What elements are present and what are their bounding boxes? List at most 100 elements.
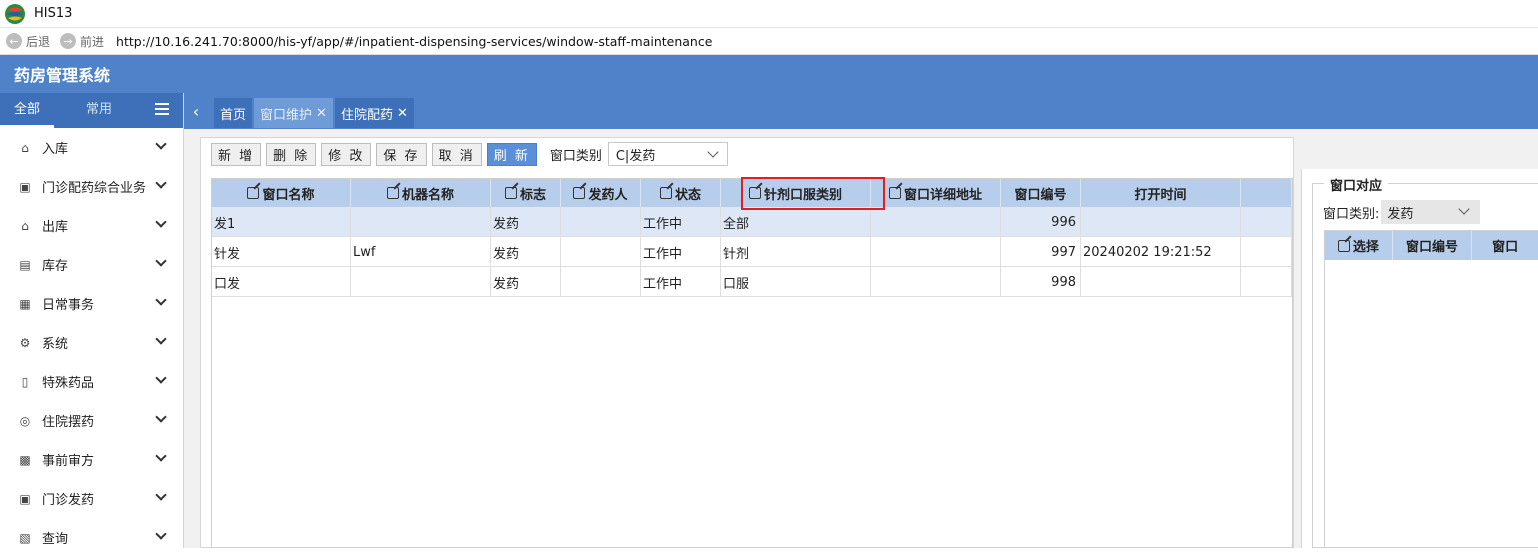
tab-label: 首页 (220, 107, 247, 123)
cancel-button[interactable]: 取 消 (431, 142, 482, 166)
window-mapping-panel: 窗口对应 窗口类别: 发药 选择 窗口编号 窗口 (1301, 169, 1538, 548)
table-cell[interactable] (351, 267, 491, 297)
sidebar-item-label: 住院摆药 (42, 415, 95, 430)
tab-window-maintenance[interactable]: 窗口维护 ✕ (254, 98, 333, 128)
table-cell[interactable] (1081, 207, 1241, 237)
table-cell[interactable]: 工作中 (641, 207, 721, 237)
table-cell[interactable]: 全部 (721, 207, 871, 237)
tab-list: 首页 窗口维护 ✕ 住院配药 ✕ (214, 98, 416, 129)
table-cell[interactable]: 工作中 (641, 267, 721, 297)
edit-icon (1337, 239, 1350, 252)
window-title: HIS13 (34, 6, 73, 21)
chevron-down-icon (155, 450, 167, 462)
close-icon[interactable]: ✕ (316, 106, 327, 121)
column-header[interactable]: 窗口详细地址 (871, 179, 1001, 207)
menu-toggle-icon[interactable] (155, 103, 169, 116)
table-cell[interactable] (1081, 267, 1241, 297)
table-row[interactable]: 针发 Lwf 发药 工作中 针剂 997 20240202 19:21:52 (212, 237, 1292, 267)
table-cell[interactable] (871, 267, 1001, 297)
address-bar: ← 后退 → 前进 http://10.16.241.70:8000/his-y… (0, 28, 1538, 55)
back-button[interactable]: ← 后退 (6, 33, 50, 50)
close-icon[interactable]: ✕ (397, 106, 408, 121)
column-header[interactable]: 窗口编号 (1001, 179, 1081, 207)
app-header: 药房管理系统 (0, 55, 1538, 93)
table-cell[interactable]: 997 (1001, 237, 1081, 267)
sidebar-item[interactable]: ▤ 库存 (0, 245, 183, 284)
table-cell[interactable]: 998 (1001, 267, 1081, 297)
sidebar-item[interactable]: ⌂ 出库 (0, 206, 183, 245)
column-header[interactable]: 状态 (641, 179, 721, 207)
table-cell[interactable]: 口发 (212, 267, 351, 297)
sidebar-item[interactable]: ▩ 事前审方 (0, 440, 183, 479)
arrow-right-icon: → (60, 33, 77, 49)
column-header-label: 打开时间 (1134, 187, 1187, 203)
sidebar-item-label: 系统 (42, 337, 69, 352)
pill-icon: ▣ (19, 491, 31, 506)
column-header-label: 状态 (674, 187, 701, 203)
table-cell[interactable]: 20240202 19:21:52 (1081, 237, 1241, 267)
mapping-type-value: 发药 (1387, 206, 1414, 222)
table-row[interactable]: 发1 发药 工作中 全部 996 (212, 207, 1292, 237)
add-button[interactable]: 新 增 (211, 142, 262, 166)
sidebar-item[interactable]: ▣ 门诊配药综合业务 (0, 167, 183, 206)
table-cell-filler (1241, 207, 1292, 237)
table-cell[interactable] (351, 207, 491, 237)
column-header[interactable]: 发药人 (561, 179, 641, 207)
mapping-column-header[interactable]: 选择 (1325, 231, 1393, 260)
edit-icon (247, 187, 260, 199)
mapping-column-header[interactable]: 窗口 (1472, 231, 1538, 260)
sidebar-item[interactable]: ⚙ 系统 (0, 323, 183, 362)
column-header[interactable]: 机器名称 (351, 179, 491, 207)
table-cell[interactable]: 996 (1001, 207, 1081, 237)
mapping-type-select[interactable]: 发药 (1381, 200, 1481, 224)
table-cell[interactable]: 发药 (491, 207, 561, 237)
column-header[interactable]: 打开时间 (1081, 179, 1241, 207)
sidebar-tabs: 全部 常用 (0, 93, 183, 128)
window-type-select[interactable]: C|发药 (607, 142, 728, 166)
table-cell[interactable] (871, 237, 1001, 267)
edit-button[interactable]: 修 改 (321, 142, 372, 166)
sidebar-item[interactable]: ▣ 门诊发药 (0, 479, 183, 518)
table-cell[interactable] (871, 207, 1001, 237)
refresh-button[interactable]: 刷 新 (486, 142, 537, 166)
delete-button[interactable]: 删 除 (266, 142, 317, 166)
table-cell[interactable] (561, 207, 641, 237)
table-cell[interactable]: 发1 (212, 207, 351, 237)
column-header[interactable]: 窗口名称 (212, 179, 351, 207)
url-field[interactable]: http://10.16.241.70:8000/his-yf/app/#/in… (116, 34, 712, 49)
table-cell[interactable]: 工作中 (641, 237, 721, 267)
table-cell[interactable]: 口服 (721, 267, 871, 297)
mapping-column-header[interactable]: 窗口编号 (1393, 231, 1473, 260)
sidebar-tab-common[interactable]: 常用 (72, 93, 126, 128)
save-button[interactable]: 保 存 (376, 142, 427, 166)
table-cell[interactable]: 发药 (491, 267, 561, 297)
target-icon: ◎ (19, 413, 31, 428)
tab-home[interactable]: 首页 (214, 98, 253, 128)
toolbar-buttons: 新 增删 除修 改保 存取 消刷 新 (211, 142, 542, 166)
sidebar-item[interactable]: ▧ 查询 (0, 518, 183, 557)
sidebar-item[interactable]: ▯ 特殊药品 (0, 362, 183, 401)
table-cell[interactable]: 发药 (491, 237, 561, 267)
table-cell[interactable]: 针剂 (721, 237, 871, 267)
sidebar-item-label: 门诊发药 (42, 493, 95, 508)
sidebar-item[interactable]: ▦ 日常事务 (0, 284, 183, 323)
tab-inpatient-dispensing[interactable]: 住院配药 ✕ (334, 98, 414, 128)
chevron-down-icon (155, 333, 167, 345)
sidebar-tab-all[interactable]: 全部 (0, 93, 55, 128)
column-header-label: 标志 (519, 187, 546, 203)
tab-label: 窗口维护 (260, 107, 313, 123)
tab-scroll-left-icon[interactable]: ‹ (184, 93, 208, 129)
table-cell[interactable] (561, 237, 641, 267)
window-type-value: C|发药 (615, 148, 656, 164)
table-cell[interactable] (561, 267, 641, 297)
mapping-column-label: 窗口编号 (1405, 240, 1458, 255)
forward-button[interactable]: → 前进 (60, 33, 104, 50)
column-header[interactable]: 标志 (491, 179, 561, 207)
table-cell[interactable]: Lwf (351, 237, 491, 267)
table-cell[interactable]: 针发 (212, 237, 351, 267)
column-header-label: 窗口名称 (262, 187, 315, 203)
mapping-legend: 窗口对应 (1324, 175, 1389, 194)
table-row[interactable]: 口发 发药 工作中 口服 998 (212, 267, 1292, 297)
sidebar-item[interactable]: ◎ 住院摆药 (0, 401, 183, 440)
sidebar-item[interactable]: ⌂ 入库 (0, 128, 183, 167)
